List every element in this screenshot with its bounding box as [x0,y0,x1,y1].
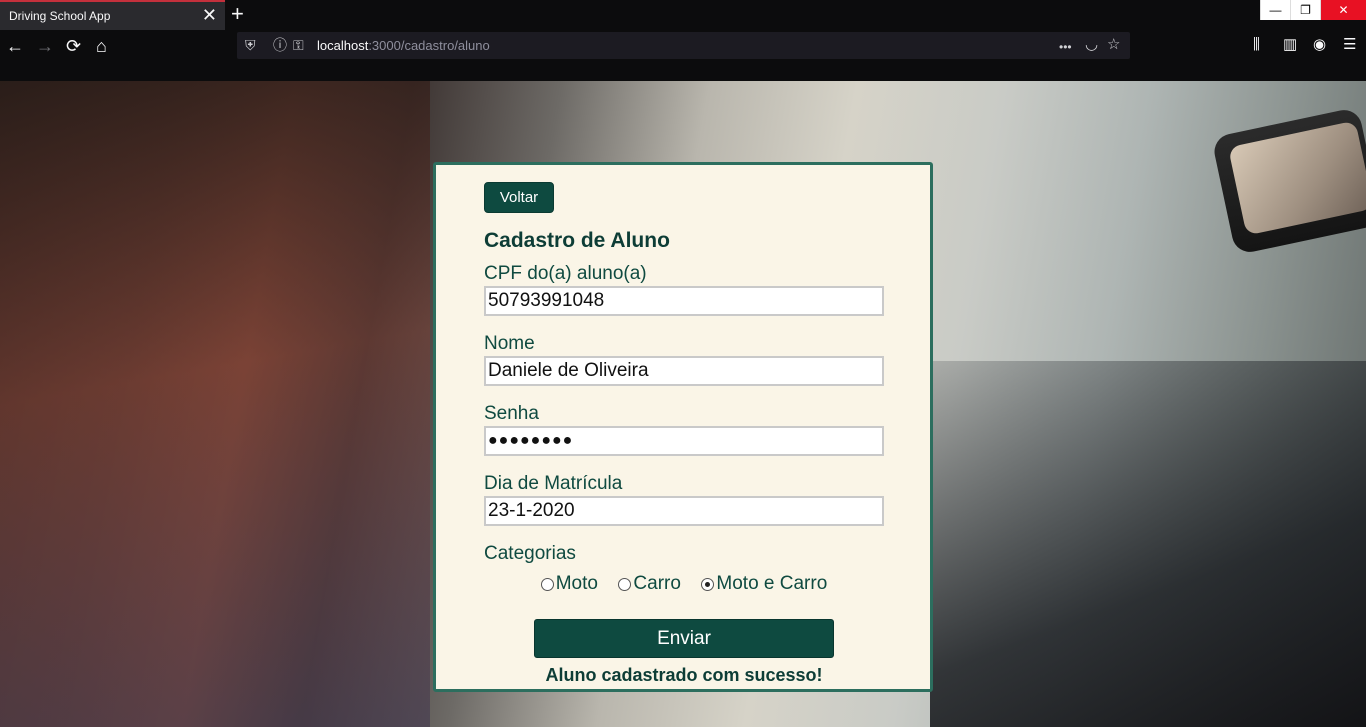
radio-moto-e-carro[interactable]: Moto e Carro [701,573,827,595]
senha-label: Senha [484,403,539,424]
cpf-field[interactable]: 50793991048 [484,286,884,316]
nome-field[interactable]: Daniele de Oliveira [484,356,884,386]
back-arrow-icon[interactable]: ← [6,34,24,58]
sidebar-icon[interactable]: ▥ [1283,36,1297,54]
cpf-label: CPF do(a) aluno(a) [484,263,647,284]
background-photo-driver [0,81,430,727]
categorias-label: Categorias [484,543,576,564]
restore-icon[interactable]: ❐ [1290,0,1320,20]
radio-carro-label: Carro [633,573,681,594]
account-icon[interactable]: ◉ [1313,36,1326,54]
info-icon[interactable]: ⓘ [273,36,287,54]
tab-close-icon[interactable]: ✕ [202,5,217,25]
radio-moto[interactable]: Moto [540,573,598,595]
url-text[interactable]: localhost:3000/cadastro/aluno [317,38,490,53]
window-close-icon[interactable]: ✕ [1320,0,1366,20]
categorias-radio-group: Moto Carro Moto e Carro [484,573,884,596]
minimize-icon[interactable]: — [1260,0,1290,20]
bookmark-star-icon[interactable]: ☆ [1107,36,1120,54]
radio-moto-dot[interactable] [540,577,554,591]
url-host: localhost [317,38,369,53]
radio-moto-e-carro-dot[interactable] [701,577,715,591]
url-path: :3000/cadastro/aluno [368,38,490,53]
background-photo-dashboard [930,361,1366,727]
nome-label: Nome [484,333,535,354]
tab-active[interactable]: Driving School App ✕ [0,0,225,30]
radio-moto-e-carro-label: Moto e Carro [716,573,828,594]
library-icon[interactable]: ⫼ [1253,36,1260,54]
window-controls: — ❐ ✕ [1260,0,1366,20]
forward-arrow-icon[interactable]: → [36,34,54,58]
tab-bar: Driving School App ✕ + — ❐ ✕ [0,0,1366,30]
pocket-icon[interactable]: ◡ [1085,36,1098,54]
page-background: Voltar Cadastro de Aluno CPF do(a) aluno… [0,81,1366,727]
shield-icon[interactable]: ⛨ [245,36,256,54]
register-student-form: Voltar Cadastro de Aluno CPF do(a) aluno… [433,162,933,692]
senha-field[interactable]: ●●●●●●●● [484,426,884,456]
back-button[interactable]: Voltar [484,182,554,213]
matricula-field[interactable]: 23-1-2020 [484,496,884,526]
tab-title: Driving School App [9,9,111,23]
success-message: Aluno cadastrado com sucesso! [545,665,823,685]
key-icon[interactable]: ⚿ [293,36,304,54]
reload-icon[interactable]: ⟳ [66,34,81,58]
url-bar[interactable]: ⛨ ⓘ ⚿ localhost:3000/cadastro/aluno ••• … [237,32,1130,59]
menu-icon[interactable]: ☰ [1343,36,1356,54]
radio-moto-label: Moto [555,573,598,594]
new-tab-icon[interactable]: + [231,2,244,26]
submit-button[interactable]: Enviar [534,619,834,658]
page-actions-icon[interactable]: ••• [1059,38,1072,56]
form-title: Cadastro de Aluno [484,229,670,252]
radio-carro-dot[interactable] [618,577,632,591]
matricula-label: Dia de Matrícula [484,473,623,494]
radio-carro[interactable]: Carro [618,573,681,595]
browser-chrome: Driving School App ✕ + — ❐ ✕ ← → ⟳ ⌂ ⛨ ⓘ… [0,0,1366,81]
home-icon[interactable]: ⌂ [96,34,107,58]
